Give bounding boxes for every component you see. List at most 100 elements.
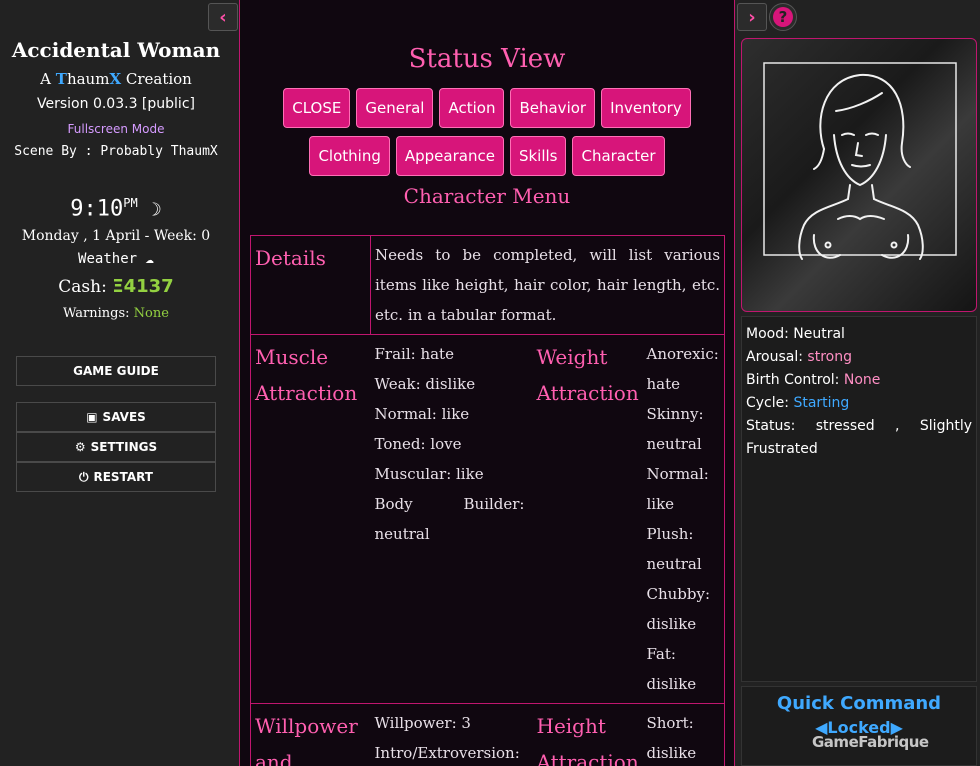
status-line: Status: stressed , Slightly bbox=[746, 418, 972, 434]
tab-row-1: CLOSE General Action Behavior Inventory bbox=[241, 88, 733, 128]
cycle-label: Cycle: bbox=[746, 395, 794, 411]
height-header-line1: Height bbox=[536, 714, 606, 738]
chevron-left-icon: ‹ bbox=[219, 6, 227, 28]
cycle-line: Cycle: Starting bbox=[746, 392, 972, 415]
birth-control-value: None bbox=[843, 372, 881, 388]
game-guide-label: GAME GUIDE bbox=[73, 364, 159, 378]
character-menu-title: Character Menu bbox=[403, 184, 571, 208]
collapse-left-button[interactable]: ‹ bbox=[208, 3, 238, 31]
gear-icon: ⚙ bbox=[74, 440, 86, 454]
muscle-header-line1: Muscle bbox=[255, 345, 329, 369]
arousal-value: strong bbox=[807, 349, 852, 365]
credit-mid: haum bbox=[66, 70, 110, 88]
willpower-line: Willpower: 3 bbox=[374, 714, 471, 732]
height-attraction-values: Short: dislike bbox=[642, 703, 726, 766]
tab-appearance[interactable]: Appearance bbox=[395, 136, 504, 176]
muscle-line: Weak: dislike bbox=[374, 375, 476, 393]
tab-character[interactable]: Character bbox=[572, 136, 665, 176]
willpower-values: Willpower: 3 Intro/Extroversion: bbox=[370, 703, 533, 766]
muscle-line: Normal: like bbox=[374, 405, 470, 423]
right-sidebar: › ? Mood: Neutral Arousal: strong Birth … bbox=[734, 0, 980, 766]
willpower-header-line2: and bbox=[255, 750, 293, 766]
muscle-line: Body Builder: neutral bbox=[374, 495, 525, 543]
date-label: Monday , 1 April - Week: 0 bbox=[21, 228, 211, 244]
status-view-panel: Status View CLOSE General Action Behavio… bbox=[241, 0, 733, 766]
mood-label: Mood: bbox=[746, 326, 794, 342]
restart-label: RESTART bbox=[93, 470, 153, 484]
birth-control-line: Birth Control: None bbox=[746, 369, 972, 392]
cash-label: Cash: bbox=[58, 277, 113, 297]
warnings-display: Warnings: None bbox=[0, 306, 232, 321]
quick-command-box: Quick Command ◀Locked▶ bbox=[741, 686, 977, 766]
muscle-attraction-header: Muscle Attraction bbox=[250, 334, 371, 704]
moon-icon: ☽ bbox=[150, 199, 162, 221]
game-guide-button[interactable]: GAME GUIDE bbox=[16, 356, 216, 386]
tab-clothing[interactable]: Clothing bbox=[309, 136, 390, 176]
status-view-title: Status View bbox=[408, 44, 566, 74]
help-button[interactable]: ? bbox=[769, 3, 797, 31]
tab-behavior[interactable]: Behavior bbox=[510, 88, 596, 128]
credit-t: T bbox=[55, 70, 67, 88]
weather-text: Weather bbox=[78, 251, 138, 267]
help-icon: ? bbox=[773, 7, 793, 27]
tab-skills[interactable]: Skills bbox=[509, 136, 567, 176]
scene-credit: Scene By : Probably ThaumX bbox=[14, 144, 218, 159]
arousal-label: Arousal: bbox=[746, 349, 808, 365]
warnings-label: Warnings: bbox=[63, 306, 134, 321]
table-row: Details Needs to be completed, will list… bbox=[250, 235, 726, 335]
muscle-header-line2: Attraction bbox=[255, 381, 358, 405]
watermark-logo: GameFabrique bbox=[812, 733, 929, 751]
weight-header-line2: Attraction bbox=[536, 381, 639, 405]
muscle-attraction-values: Frail: hate Weak: dislike Normal: like T… bbox=[370, 334, 533, 704]
character-portrait bbox=[741, 38, 977, 312]
chevron-right-icon: › bbox=[748, 6, 756, 28]
details-header: Details bbox=[250, 235, 371, 335]
birth-control-label: Birth Control: bbox=[746, 372, 844, 388]
table-row: Willpower and Willpower: 3 Intro/Extrove… bbox=[250, 703, 726, 766]
weight-attraction-header: Weight Attraction bbox=[532, 334, 643, 704]
warnings-value: None bbox=[133, 306, 169, 321]
muscle-line: Toned: love bbox=[374, 435, 462, 453]
tab-inventory[interactable]: Inventory bbox=[601, 88, 691, 128]
tab-general[interactable]: General bbox=[356, 88, 434, 128]
power-icon: ⏻ bbox=[78, 469, 89, 484]
status-line-2: Frustrated bbox=[746, 441, 818, 457]
credit-x: X bbox=[109, 70, 122, 88]
details-text: Needs to be completed, will list various… bbox=[369, 235, 726, 335]
saves-label: SAVES bbox=[102, 410, 146, 424]
version-label: Version 0.03.3 [public] bbox=[37, 96, 195, 112]
cash-value: Ξ4137 bbox=[112, 276, 174, 297]
willpower-header-line1: Willpower bbox=[255, 714, 358, 738]
creation-credit: A ThaumX Creation bbox=[0, 70, 232, 88]
restart-button[interactable]: ⏻ RESTART bbox=[16, 462, 216, 492]
settings-label: SETTINGS bbox=[90, 440, 158, 454]
close-button[interactable]: CLOSE bbox=[283, 88, 351, 128]
table-row: Muscle Attraction Frail: hate Weak: disl… bbox=[250, 334, 726, 704]
weight-attraction-values: Anorexic: hate Skinny: neutral Normal: l… bbox=[642, 334, 726, 704]
weather-label: Weather ☁ bbox=[0, 251, 232, 267]
mood-value: Neutral bbox=[793, 326, 845, 342]
muscle-line: Muscular: like bbox=[374, 465, 484, 483]
time-meridiem: PM bbox=[123, 196, 138, 210]
weight-header-line1: Weight bbox=[536, 345, 608, 369]
fullscreen-mode-link[interactable]: Fullscreen Mode bbox=[0, 122, 232, 136]
clock-time: 9:10PM ☽ bbox=[0, 196, 232, 221]
saves-button[interactable]: ▣ SAVES bbox=[16, 402, 216, 432]
game-title: Accidental Woman bbox=[11, 38, 221, 62]
character-table: Details Needs to be completed, will list… bbox=[250, 235, 726, 766]
cash-display: Cash: Ξ4137 bbox=[0, 276, 232, 297]
expand-right-button[interactable]: › bbox=[737, 3, 767, 31]
height-header-line2: Attraction bbox=[536, 750, 639, 766]
cycle-value: Starting bbox=[793, 395, 850, 411]
time-value: 9:10 bbox=[70, 196, 124, 222]
settings-button[interactable]: ⚙ SETTINGS bbox=[16, 432, 216, 462]
tab-row-2: Clothing Appearance Skills Character bbox=[241, 136, 733, 176]
credit-suffix: Creation bbox=[121, 70, 192, 88]
tab-action[interactable]: Action bbox=[439, 88, 505, 128]
height-attraction-header: Height Attraction bbox=[532, 703, 643, 766]
muscle-line: Frail: hate bbox=[374, 345, 454, 363]
willpower-header: Willpower and bbox=[250, 703, 371, 766]
mood-line: Mood: Neutral bbox=[746, 323, 972, 346]
credit-prefix: A bbox=[40, 70, 56, 88]
portrait-sketch-icon bbox=[763, 62, 957, 260]
